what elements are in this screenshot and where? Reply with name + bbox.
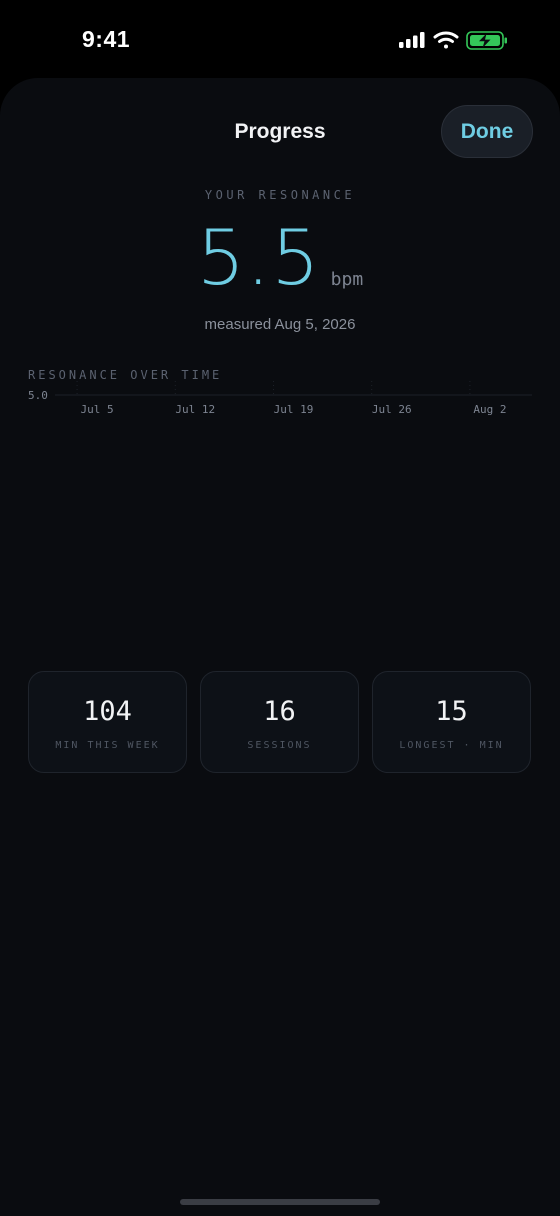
status-icons bbox=[397, 28, 512, 54]
stat-label: LONGEST · MIN bbox=[399, 740, 504, 751]
resonance-unit: bpm bbox=[330, 269, 364, 290]
resonance-chart: 6.56.05.55.0Jul 5Jul 12Jul 19Jul 26Aug 2 bbox=[28, 378, 532, 416]
measured-date: measured Aug 5, 2026 bbox=[204, 316, 356, 333]
done-button[interactable]: Done bbox=[441, 105, 533, 158]
resonance-value: 5.5 bbox=[196, 213, 321, 302]
resonance-eyebrow: YOUR RESONANCE bbox=[204, 188, 356, 202]
status-bar: 9:41 bbox=[0, 0, 560, 80]
wifi-icon bbox=[433, 31, 459, 49]
x-tick-label: Aug 2 bbox=[473, 403, 506, 416]
stat-label: SESSIONS bbox=[247, 740, 312, 751]
x-tick-label: Jul 12 bbox=[175, 403, 215, 416]
x-tick-label: Jul 5 bbox=[81, 403, 114, 416]
stat-card-minutes: 104 MIN THIS WEEK bbox=[28, 671, 187, 773]
stat-value: 15 bbox=[435, 696, 468, 727]
battery-charging-icon bbox=[466, 31, 507, 50]
stat-value: 16 bbox=[263, 696, 296, 727]
x-tick-label: Jul 19 bbox=[274, 403, 314, 416]
stat-value: 104 bbox=[83, 696, 132, 727]
progress-sheet: Progress Done YOUR RESONANCE 5.5 bpm mea… bbox=[0, 78, 560, 1216]
y-tick-label: 5.0 bbox=[28, 389, 48, 402]
signal-bars-icon bbox=[399, 32, 425, 48]
home-indicator bbox=[180, 1199, 380, 1205]
resonance-readout: 5.5 bpm bbox=[0, 214, 560, 302]
stat-card-longest: 15 LONGEST · MIN bbox=[372, 671, 531, 773]
stat-label: MIN THIS WEEK bbox=[55, 740, 160, 751]
stat-card-sessions: 16 SESSIONS bbox=[200, 671, 359, 773]
status-time: 9:41 bbox=[82, 26, 131, 52]
x-tick-label: Jul 26 bbox=[372, 403, 412, 416]
